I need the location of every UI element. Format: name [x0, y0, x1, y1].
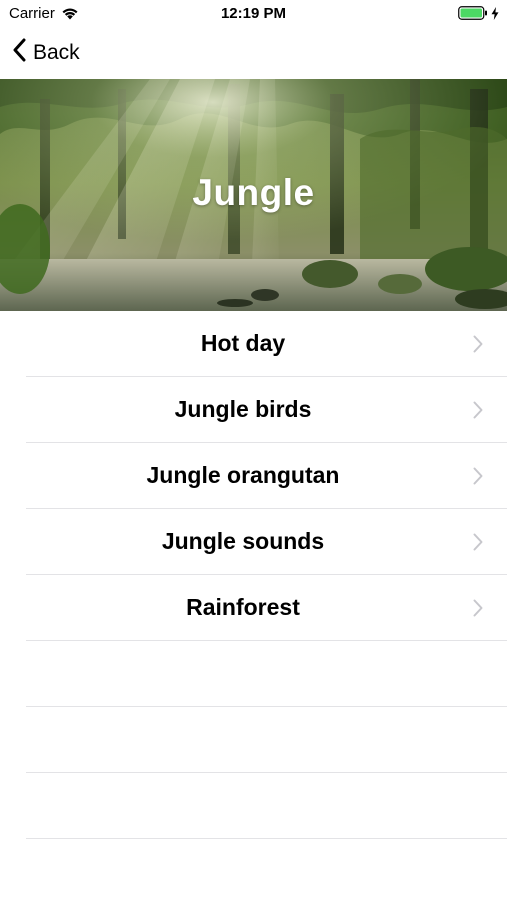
row-divider [26, 838, 507, 839]
chevron-right-icon [473, 335, 483, 358]
chevron-right-icon [473, 467, 483, 490]
list-item-label: Jungle sounds [161, 528, 325, 554]
list-item-label: Rainforest [186, 594, 300, 620]
chevron-right-icon [473, 533, 483, 556]
list-item-label: Jungle orangutan [146, 462, 340, 488]
hero-banner: Jungle [0, 79, 507, 311]
sound-list: Hot day Jungle birds Jungle orangutan Ju… [0, 311, 507, 839]
empty-row [0, 707, 507, 773]
list-item-label: Hot day [200, 330, 286, 356]
list-item-jungle-sounds[interactable]: Jungle sounds [0, 509, 507, 575]
chevron-left-icon [12, 38, 26, 67]
list-item-rainforest[interactable]: Rainforest [0, 575, 507, 641]
chevron-right-icon [473, 401, 483, 424]
back-button[interactable]: Back [12, 38, 80, 67]
back-label: Back [33, 40, 80, 64]
battery-indicator [458, 6, 499, 25]
list-item-jungle-birds[interactable]: Jungle birds [0, 377, 507, 443]
status-bar: Carrier 12:19 PM [0, 0, 507, 28]
charging-bolt-icon [491, 6, 499, 25]
page-title: Jungle [192, 172, 315, 213]
empty-row [0, 641, 507, 707]
chevron-right-icon [473, 599, 483, 622]
navigation-bar: Back [0, 28, 507, 78]
empty-row [0, 773, 507, 839]
list-item-label: Jungle birds [174, 396, 312, 422]
status-time: 12:19 PM [220, 5, 287, 22]
list-item-jungle-orangutan[interactable]: Jungle orangutan [0, 443, 507, 509]
list-item-hot-day[interactable]: Hot day [0, 311, 507, 377]
battery-icon [458, 6, 488, 25]
